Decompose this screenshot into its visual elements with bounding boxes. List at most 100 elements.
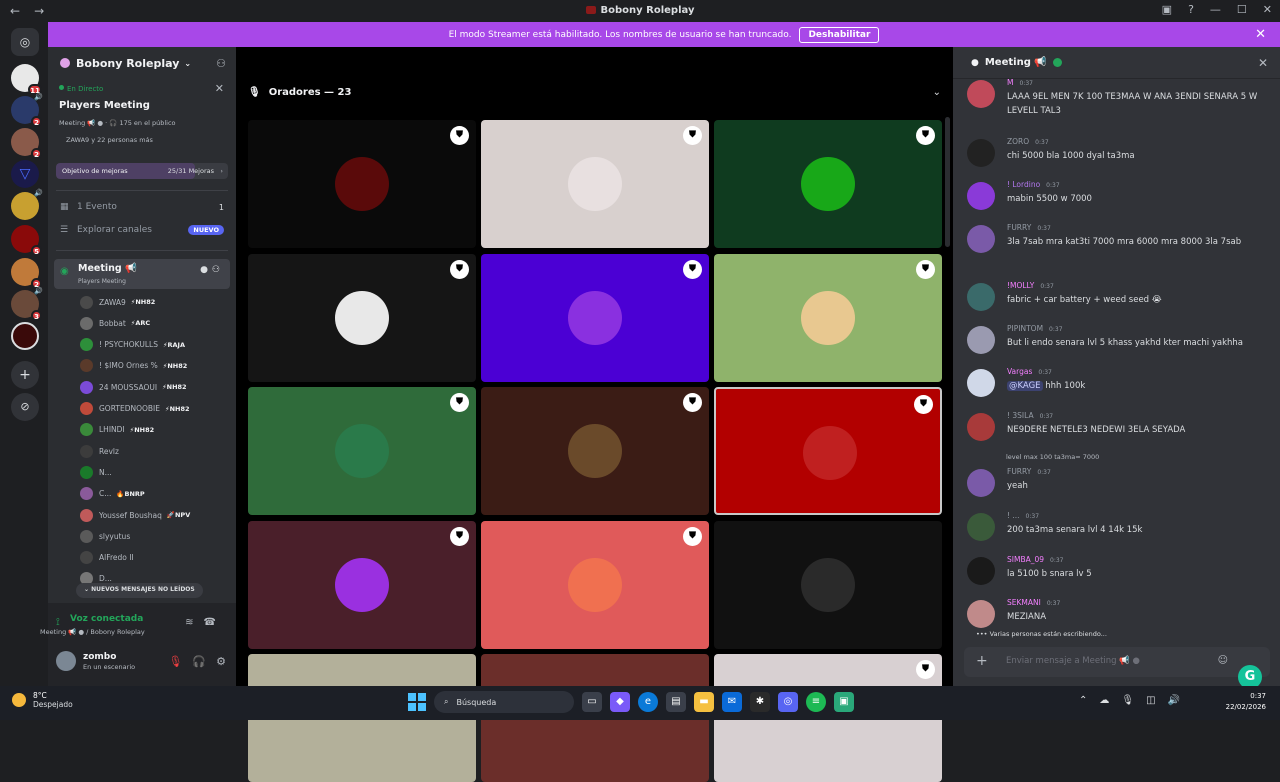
speaker-tile[interactable]: ⛊ xyxy=(248,253,476,382)
emoji-icon[interactable]: ☺ xyxy=(1218,655,1228,666)
spotify-icon[interactable]: ≡ xyxy=(806,692,826,712)
voice-user-row[interactable]: LHINDI ⚡NH82 xyxy=(80,421,154,439)
close-event-icon[interactable]: ✕ xyxy=(215,82,224,95)
back-icon[interactable]: ← xyxy=(10,4,20,18)
server-icon[interactable]: 2 xyxy=(11,258,42,289)
volume-icon[interactable]: 🔊 xyxy=(1168,695,1180,706)
boost-goal[interactable]: Objetivo de mejoras 25/31 Mejoras › xyxy=(56,163,228,179)
message-author[interactable]: SIMBA_09 xyxy=(1007,555,1044,564)
voice-user-row[interactable]: Bobbat ⚡ARC xyxy=(80,314,150,332)
explore-icon[interactable]: ⊘ xyxy=(11,393,39,421)
discord-home-icon[interactable]: ◎ xyxy=(11,28,39,56)
avatar[interactable] xyxy=(967,557,995,585)
disable-streamer-button[interactable]: Deshabilitar xyxy=(799,26,880,43)
avatar[interactable] xyxy=(967,182,995,210)
minimize-icon[interactable]: — xyxy=(1210,3,1221,16)
message-input[interactable]: Enviar mensaje a Meeting 📢 ● xyxy=(1006,656,1140,666)
message-author[interactable]: ! Lordino xyxy=(1007,180,1040,189)
store-icon[interactable]: ▤ xyxy=(666,692,686,712)
avatar[interactable] xyxy=(967,513,995,541)
close-chat-icon[interactable]: ✕ xyxy=(1258,56,1268,70)
network-icon[interactable]: ◫ xyxy=(1146,695,1155,706)
voice-user-row[interactable]: AlFredo II xyxy=(80,549,134,567)
voice-channel-meeting[interactable]: ◉ Meeting 📢 Players Meeting ●⚇ xyxy=(54,259,230,289)
message-author[interactable]: Vargas xyxy=(1007,367,1032,376)
speaker-tile[interactable]: ⛊ xyxy=(481,520,709,649)
speaker-tile[interactable]: ⛊ xyxy=(481,253,709,382)
speaker-tile[interactable] xyxy=(714,520,942,649)
close-banner-icon[interactable]: ✕ xyxy=(1255,27,1266,42)
server-header[interactable]: Bobony Roleplay ⌄ ⚇ xyxy=(48,47,236,79)
voice-user-row[interactable]: N... xyxy=(80,463,112,481)
user-mention[interactable]: @KAGE xyxy=(1007,381,1043,391)
file-explorer-icon[interactable]: ▬ xyxy=(694,692,714,712)
task-view-icon[interactable]: ▭ xyxy=(582,692,602,712)
explore-channels-row[interactable]: ☰ Explorar canales NUEVO xyxy=(60,221,228,239)
speaker-tile[interactable]: ⛊ xyxy=(714,387,942,515)
disconnect-icon[interactable]: ☎ xyxy=(204,617,226,628)
voice-user-row[interactable]: Youssef Boushaq 🚀NPV xyxy=(80,506,190,524)
clock[interactable]: 0:37 22/02/2026 xyxy=(1226,691,1266,713)
pinwheel-icon[interactable]: ✱ xyxy=(750,692,770,712)
server-icon-active[interactable] xyxy=(11,322,39,350)
noise-suppression-icon[interactable]: ≋ xyxy=(185,617,203,628)
voice-user-row[interactable]: GORTEDNOOBIE ⚡NH82 xyxy=(80,400,190,418)
message-author[interactable]: SEKMANI xyxy=(1007,598,1041,607)
message-author[interactable]: ! 3SILA xyxy=(1007,411,1034,420)
edge-icon[interactable]: e xyxy=(638,692,658,712)
weather-widget[interactable]: 8°C Despejado xyxy=(12,691,73,709)
avatar[interactable] xyxy=(967,80,995,108)
server-icon[interactable]: 🔊 2 xyxy=(11,93,43,127)
headphones-icon[interactable]: 🎧 xyxy=(192,655,206,668)
avatar[interactable] xyxy=(967,283,995,311)
add-server-icon[interactable]: + xyxy=(11,361,39,389)
voice-user-row[interactable]: Revlz xyxy=(80,442,119,460)
voice-user-row[interactable]: ! PSYCHOKULLS ⚡RAJA xyxy=(80,336,185,354)
cloud-icon[interactable]: ☁ xyxy=(1099,695,1109,706)
voice-user-row[interactable]: C... 🔥BNRP xyxy=(80,485,145,503)
server-icon[interactable]: 5 xyxy=(11,225,42,256)
avatar[interactable] xyxy=(967,139,995,167)
outlook-icon[interactable]: ✉ xyxy=(722,692,742,712)
speaker-tile[interactable]: ⛊ xyxy=(481,387,709,515)
speaker-tile[interactable]: ⛊ xyxy=(248,520,476,649)
message-author[interactable]: FURRY xyxy=(1007,467,1031,476)
server-icon[interactable]: 🔊 xyxy=(11,189,43,220)
chat-and-invite-icons[interactable]: ●⚇ xyxy=(200,265,224,275)
speaker-tile[interactable]: ⛊ xyxy=(248,120,476,248)
avatar[interactable] xyxy=(967,469,995,497)
voice-connected-sub[interactable]: Meeting 📢 ● / Bobony Roleplay xyxy=(40,628,145,636)
stage-scrollbar[interactable] xyxy=(945,117,950,247)
server-icon[interactable]: 2 xyxy=(11,128,42,159)
start-button[interactable] xyxy=(408,693,426,711)
events-row[interactable]: ▦ 1 Evento 1 xyxy=(60,198,228,216)
message-author[interactable]: ZORO xyxy=(1007,137,1029,146)
message-author[interactable]: ! ... xyxy=(1007,511,1020,520)
add-attachment-icon[interactable]: + xyxy=(976,653,988,669)
voice-user-row[interactable]: ZAWA9 ⚡NH82 xyxy=(80,293,155,311)
server-icon[interactable]: 11 xyxy=(11,64,42,95)
voice-connected-title[interactable]: Voz conectada xyxy=(70,614,143,624)
avatar[interactable] xyxy=(967,225,995,253)
forward-icon[interactable]: → xyxy=(34,4,44,18)
invite-icon[interactable]: ⚇ xyxy=(216,57,226,70)
copilot-icon[interactable]: ◆ xyxy=(610,692,630,712)
account-info[interactable]: zombo En un escenario xyxy=(56,651,135,671)
inbox-icon[interactable]: ▣ xyxy=(1162,3,1172,16)
maximize-icon[interactable]: ☐ xyxy=(1237,3,1247,16)
server-icon[interactable]: ▽ xyxy=(11,160,39,188)
collapse-chevron-icon[interactable]: ⌄ xyxy=(933,87,941,98)
discord-taskbar-icon[interactable]: ◎ xyxy=(778,692,798,712)
mic-tray-icon[interactable]: 🎙 xyxy=(1121,695,1134,706)
speaker-tile[interactable]: ⛊ xyxy=(248,387,476,515)
avatar[interactable] xyxy=(967,326,995,354)
speaker-tile[interactable]: ⛊ xyxy=(714,253,942,382)
help-icon[interactable]: ? xyxy=(1188,3,1194,16)
message-author[interactable]: FURRY xyxy=(1007,223,1031,232)
close-window-icon[interactable]: ✕ xyxy=(1263,3,1272,16)
speaker-tile[interactable]: ⛊ xyxy=(714,120,942,248)
chevron-up-icon[interactable]: ⌃ xyxy=(1079,695,1087,706)
mic-muted-icon[interactable]: 🎙 xyxy=(168,655,182,668)
message-author[interactable]: PIPINTOM xyxy=(1007,324,1043,333)
app-icon[interactable]: ▣ xyxy=(834,692,854,712)
